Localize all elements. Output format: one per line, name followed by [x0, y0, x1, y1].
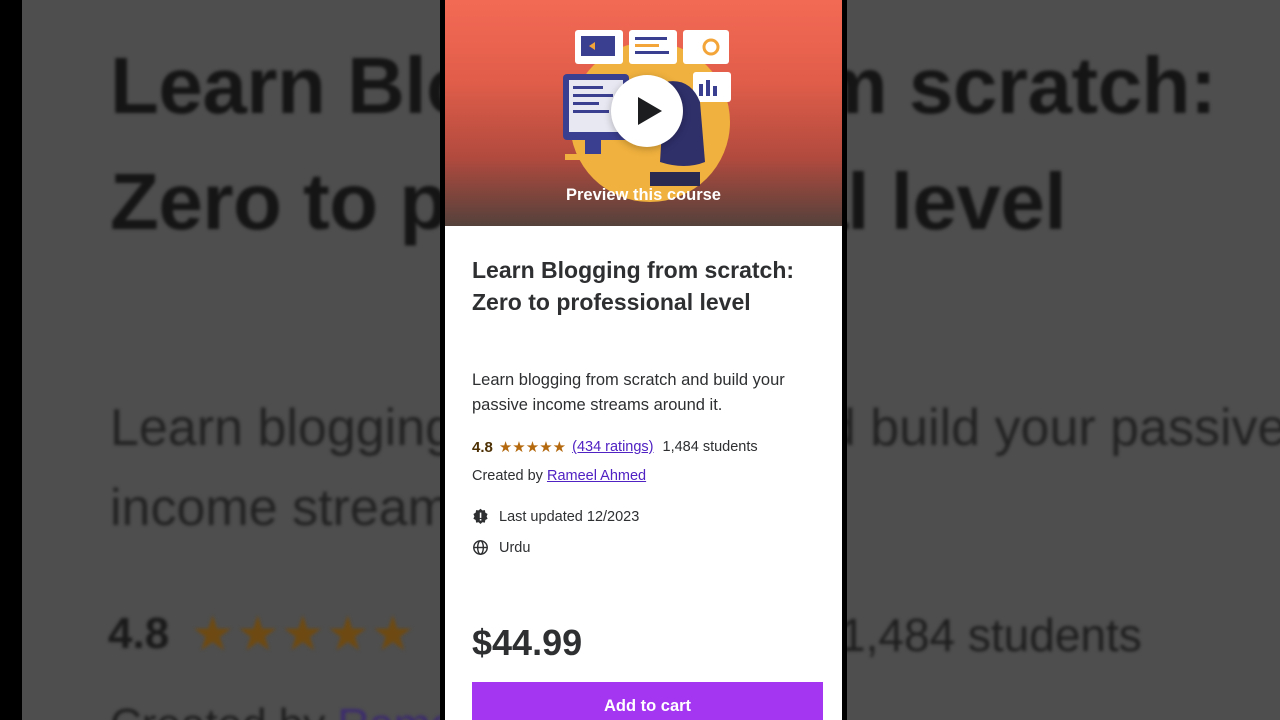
created-by-label: Created by: [472, 468, 543, 484]
background-rating: 4.8 ★★★★★: [108, 606, 416, 662]
students-count: 1,484 students: [662, 439, 758, 455]
background-stars-icon: ★★★★★: [191, 608, 417, 661]
alert-badge-icon: [472, 508, 489, 525]
globe-icon: [472, 539, 489, 556]
background-rating-value: 4.8: [108, 609, 170, 658]
play-button[interactable]: [611, 75, 683, 147]
language-text: Urdu: [499, 539, 531, 556]
rating-value: 4.8: [472, 438, 493, 456]
course-preview[interactable]: Preview this course: [445, 0, 842, 226]
rating-stars-icon: ★★★★★: [498, 439, 567, 456]
card-left-edge: [440, 0, 445, 720]
add-to-cart-button[interactable]: Add to cart: [472, 682, 823, 720]
left-black-bar: [0, 0, 22, 720]
course-title: Learn Blogging from scratch: Zero to pro…: [472, 257, 795, 315]
course-card: Preview this course Learn Blogging from …: [440, 0, 847, 720]
course-description: Learn blogging from scratch and build yo…: [472, 371, 785, 414]
preview-label[interactable]: Preview this course: [445, 186, 842, 205]
play-icon: [638, 97, 662, 125]
instructor-link[interactable]: Rameel Ahmed: [547, 468, 646, 484]
last-updated-text: Last updated 12/2023: [499, 508, 640, 525]
last-updated-row: Last updated 12/2023: [472, 508, 639, 525]
card-right-edge: [842, 0, 847, 720]
created-by: Created by Rameel Ahmed: [472, 468, 646, 484]
language-row: Urdu: [472, 539, 530, 556]
course-price: $44.99: [472, 622, 583, 663]
rating-row: 4.8 ★★★★★ (434 ratings) 1,484 students: [472, 437, 758, 457]
background-created-prefix: Created by: [110, 700, 337, 720]
ratings-count-link[interactable]: (434 ratings): [572, 439, 653, 455]
background-students: 1,484 students: [840, 609, 1142, 661]
